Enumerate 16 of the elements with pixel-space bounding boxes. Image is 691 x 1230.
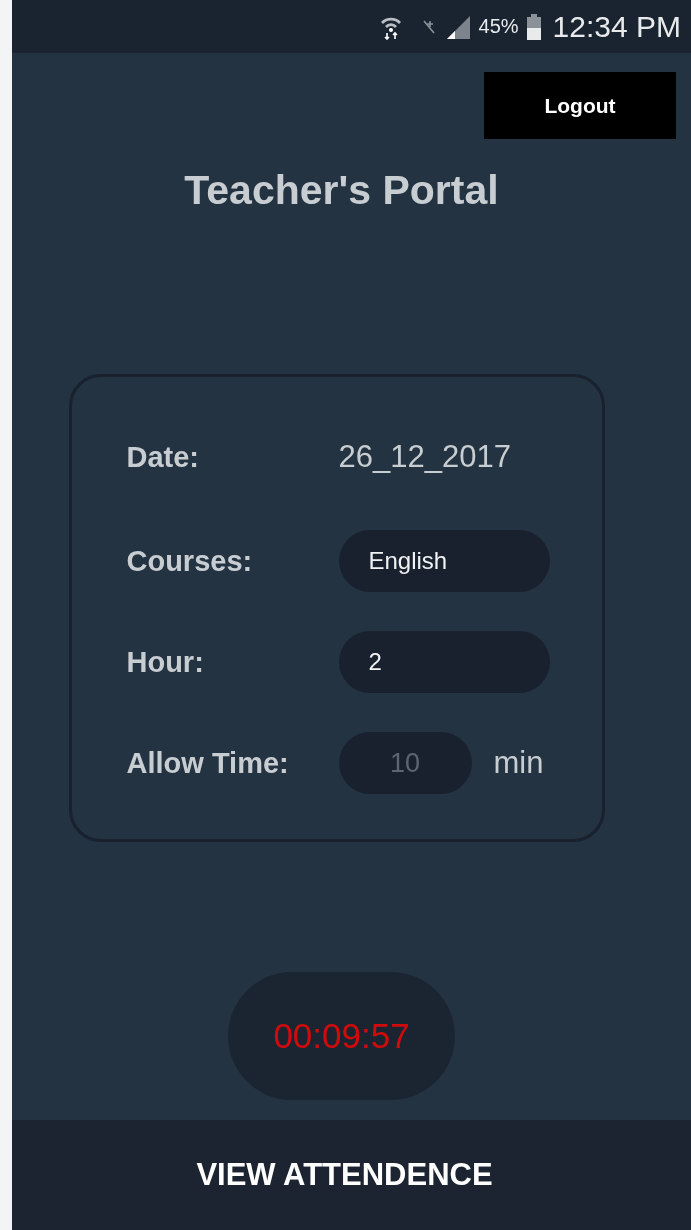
view-attendance-button[interactable]: VIEW ATTENDENCE xyxy=(12,1120,691,1230)
date-value: 26_12_2017 xyxy=(338,439,511,475)
countdown-timer: 00:09:57 xyxy=(228,972,455,1100)
battery-icon xyxy=(526,13,541,40)
field-label: Hour: xyxy=(126,645,205,679)
unit-label: min xyxy=(493,745,544,781)
input-field[interactable]: 2 xyxy=(338,631,550,693)
page-title: Teacher's Portal xyxy=(184,167,499,214)
logout-button[interactable]: Logout xyxy=(484,72,676,139)
clock: 12:34 PM xyxy=(552,9,681,44)
field-label: Date: xyxy=(126,440,200,474)
input-field[interactable]: English xyxy=(338,530,550,592)
battery-level: 45% xyxy=(478,15,519,38)
input-field[interactable]: 10 xyxy=(338,732,472,794)
field-label: Courses: xyxy=(126,544,254,578)
field-label: Allow Time: xyxy=(126,746,290,780)
